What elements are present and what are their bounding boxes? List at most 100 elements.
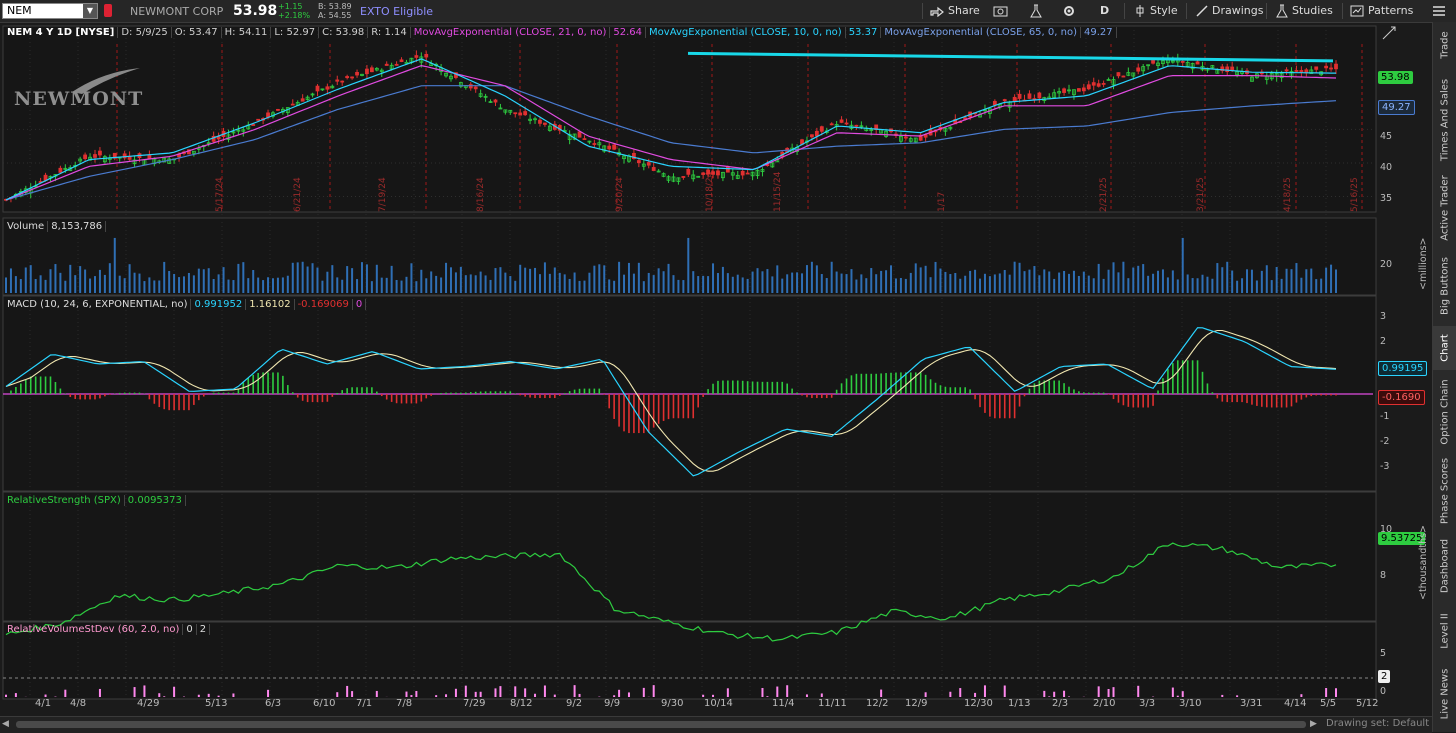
volume-bar (460, 267, 462, 293)
volume-bar (49, 269, 51, 293)
drawing-set-label[interactable]: Drawing set: Default (1326, 718, 1429, 729)
macd-histogram-bar (1142, 394, 1144, 407)
rail-tab-chart[interactable]: Chart (1433, 326, 1456, 370)
rs-title[interactable]: RelativeStrength (SPX) (4, 495, 125, 506)
macd-histogram-bar (589, 389, 591, 394)
rail-tab-label: Big Buttons (1440, 257, 1451, 315)
volume-bar (1053, 279, 1055, 293)
rvs-bar (766, 696, 768, 697)
volume-bar (994, 274, 996, 293)
volume-bar (801, 273, 803, 293)
rail-tab-dashboard[interactable]: Dashboard (1433, 530, 1456, 602)
macd-histogram-bar (272, 372, 274, 394)
symbol-dropdown-icon[interactable]: ▼ (83, 4, 97, 18)
macd-histogram-bar (1039, 381, 1041, 394)
scroll-thumb[interactable] (16, 721, 1306, 728)
macd-histogram-bar (356, 387, 358, 394)
macd-histogram-bar (796, 393, 798, 394)
rvs-bar (99, 689, 101, 697)
rvs-bar (554, 695, 556, 697)
volume-bar (1330, 265, 1332, 293)
rail-tab-live-news[interactable]: Live News (1433, 660, 1456, 728)
volume-bar (811, 262, 813, 293)
rvs-bar (410, 695, 412, 697)
macd-histogram-bar (1276, 394, 1278, 407)
settings-button[interactable] (1062, 3, 1076, 19)
candle-body (252, 125, 255, 126)
style-button[interactable]: Style (1134, 3, 1178, 19)
volume-bar (1310, 269, 1312, 293)
candle-body (682, 176, 685, 177)
candle-body (583, 139, 586, 140)
studies-button[interactable]: Studies (1276, 3, 1333, 19)
ema10-value: 53.37 (846, 27, 882, 38)
volume-title: Volume (4, 221, 48, 232)
volume-bar (1246, 269, 1248, 293)
macd-histogram-bar (346, 388, 348, 394)
macd-histogram-bar (40, 376, 42, 394)
rvs-title[interactable]: RelativeVolumeStDev (60, 2.0, no) (4, 624, 183, 635)
ohlc-date: D: 5/9/25 (118, 27, 171, 38)
ema10-label[interactable]: MovAvgExponential (CLOSE, 10, 0, no) (646, 27, 846, 38)
flask-button[interactable] (1030, 3, 1042, 19)
ema65-label[interactable]: MovAvgExponential (CLOSE, 65, 0, no) (881, 27, 1081, 38)
rvs-bar (534, 694, 536, 697)
volume-bar (1024, 271, 1026, 293)
macd-histogram-bar (233, 393, 235, 394)
volume-bar (262, 280, 264, 293)
rail-tab-level-ii[interactable]: Level II (1433, 606, 1456, 656)
candle-body (1122, 76, 1125, 77)
macd-histogram-bar (608, 394, 610, 408)
volume-bar (524, 268, 526, 293)
candle-body (1181, 61, 1184, 62)
rvs-bar (480, 692, 482, 697)
volume-bar (588, 273, 590, 293)
rail-tab-phase-scores[interactable]: Phase Scores (1433, 454, 1456, 528)
draw-tool-icon[interactable] (1382, 26, 1396, 40)
volume-bar (1266, 265, 1268, 293)
share-button[interactable]: Share (930, 3, 980, 19)
symbol-input[interactable]: NEM ▼ (2, 3, 98, 19)
rvs-v2: 2 (197, 624, 210, 635)
price-pane-title: NEM 4 Y 1D [NYSE] (4, 27, 118, 38)
volume-bar (25, 267, 27, 293)
macd-histogram-bar (940, 385, 942, 394)
chart-area[interactable]: 5/17/246/21/247/19/248/16/249/20/2410/18… (0, 22, 1432, 716)
volume-bar (74, 275, 76, 293)
snapshot-button[interactable] (993, 3, 1009, 19)
macd-histogram-bar (683, 394, 685, 418)
volume-bar (826, 278, 828, 293)
rvs-bar (880, 690, 882, 697)
macd-histogram-bar (332, 394, 334, 397)
volume-bar (707, 276, 709, 293)
candle-body (578, 132, 581, 137)
rail-tab-times-and-sales[interactable]: Times And Sales (1433, 72, 1456, 168)
period-button[interactable]: D (1100, 3, 1109, 19)
volume-bar (1281, 279, 1283, 293)
rvs-bar (524, 688, 526, 697)
drawings-button[interactable]: Drawings (1196, 3, 1263, 19)
ema21-label[interactable]: MovAvgExponential (CLOSE, 21, 0, no) (411, 27, 611, 38)
patterns-button[interactable]: Patterns (1350, 3, 1413, 19)
exto-badge[interactable]: EXTO Eligible (360, 5, 433, 18)
candle-body (746, 173, 749, 174)
candle-body (524, 112, 527, 115)
alert-icon[interactable] (104, 4, 112, 17)
macd-title[interactable]: MACD (10, 24, 6, EXPONENTIAL, no) (4, 299, 191, 310)
scroll-right-icon[interactable]: ▶ (1310, 719, 1317, 729)
macd-histogram-bar (900, 372, 902, 394)
rail-tab-active-trader[interactable]: Active Trader (1433, 170, 1456, 246)
rail-tab-option-chain[interactable]: Option Chain (1433, 372, 1456, 452)
macd-histogram-bar (1315, 394, 1317, 395)
macd-histogram-bar (579, 389, 581, 394)
menu-button[interactable] (1432, 3, 1446, 19)
candle-body (1102, 83, 1105, 84)
bottom-scrollbar[interactable]: ◀ ▶ Drawing set: Default (0, 716, 1432, 733)
rail-tab-trade[interactable]: Trade (1433, 22, 1456, 68)
volume-bar (836, 272, 838, 293)
rail-tab-big-buttons[interactable]: Big Buttons (1433, 250, 1456, 322)
scroll-left-icon[interactable]: ◀ (2, 719, 9, 729)
volume-bar (791, 273, 793, 293)
candle-body (810, 135, 813, 137)
macd-histogram-bar (297, 394, 299, 398)
